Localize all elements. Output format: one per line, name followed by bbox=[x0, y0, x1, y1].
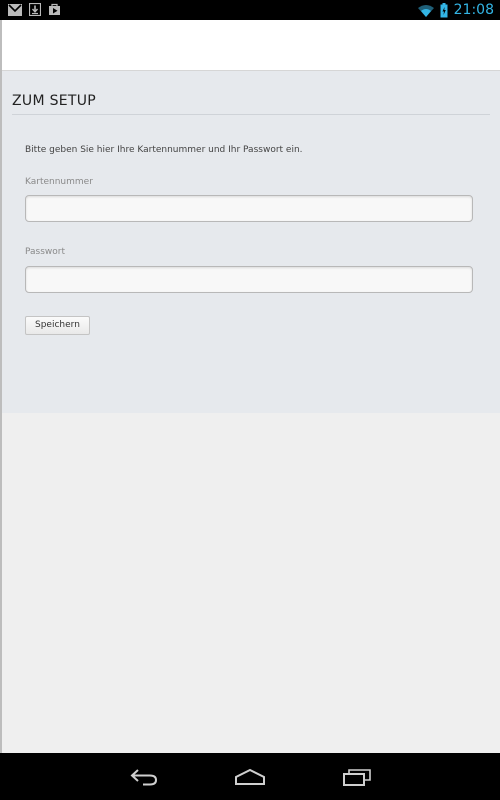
password-input[interactable] bbox=[25, 266, 473, 293]
play-store-icon bbox=[49, 3, 60, 15]
instruction-text: Bitte geben Sie hier Ihre Kartennummer u… bbox=[25, 145, 303, 155]
title-divider bbox=[12, 114, 490, 115]
battery-icon bbox=[440, 2, 448, 17]
save-button[interactable]: Speichern bbox=[25, 316, 90, 335]
card-number-input[interactable] bbox=[25, 195, 473, 222]
recent-apps-button[interactable] bbox=[337, 763, 377, 791]
status-bar: 21:08 bbox=[0, 0, 500, 20]
recent-apps-icon bbox=[343, 769, 371, 786]
card-number-label: Kartennummer bbox=[25, 177, 93, 187]
screen: 21:08 ZUM SETUP Bitte geben Sie hier Ihr… bbox=[0, 0, 500, 800]
download-icon bbox=[29, 3, 41, 16]
wifi-icon bbox=[417, 4, 434, 17]
status-time: 21:08 bbox=[453, 2, 494, 18]
password-label: Passwort bbox=[25, 247, 66, 257]
navigation-bar bbox=[0, 753, 500, 800]
header-bar bbox=[0, 20, 500, 71]
back-icon bbox=[130, 769, 158, 786]
home-icon bbox=[235, 768, 265, 785]
gmail-icon bbox=[8, 3, 22, 16]
setup-panel: ZUM SETUP Bitte geben Sie hier Ihre Kart… bbox=[2, 71, 500, 413]
notification-icons bbox=[8, 3, 61, 16]
home-button[interactable] bbox=[230, 763, 270, 791]
back-button[interactable] bbox=[124, 763, 164, 791]
page-title: ZUM SETUP bbox=[12, 93, 97, 109]
system-icons: 21:08 bbox=[417, 0, 494, 20]
